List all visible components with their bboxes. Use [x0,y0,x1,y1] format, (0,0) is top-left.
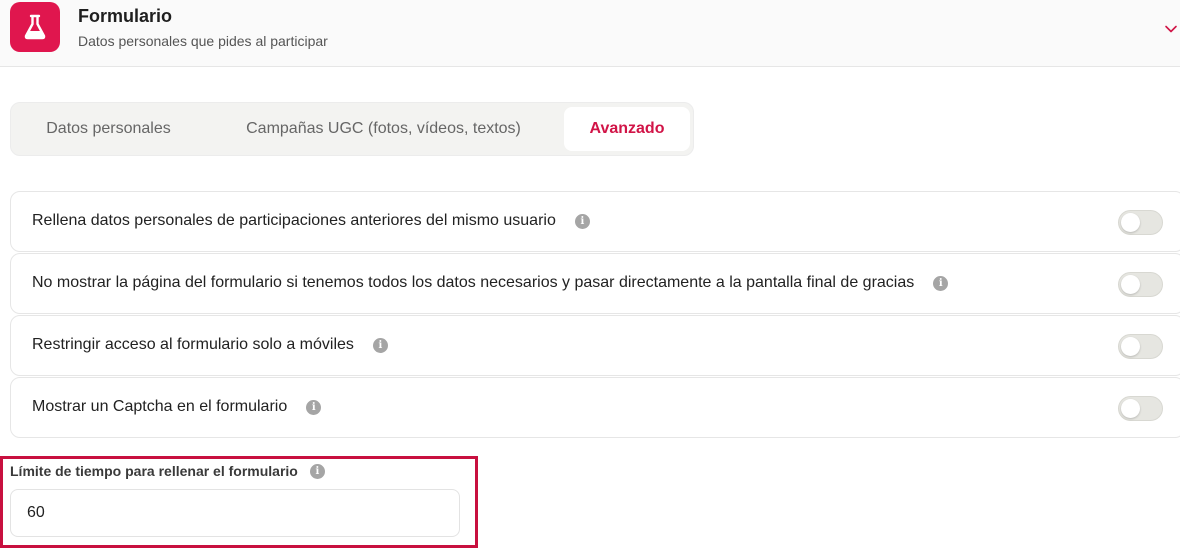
toggle-knob [1121,213,1140,232]
option-row-prefill: Rellena datos personales de participacio… [10,191,1180,252]
prefill-toggle[interactable] [1118,210,1163,235]
info-icon[interactable]: i [574,213,590,229]
section-header[interactable]: Formulario Datos personales que pides al… [0,0,1180,67]
page-subtitle: Datos personales que pides al participar [78,33,328,49]
option-row-mobile-only: Restringir acceso al formulario solo a m… [10,315,1180,376]
toggle-knob [1121,337,1140,356]
info-icon[interactable]: i [372,337,388,353]
time-limit-label: Límite de tiempo para rellenar el formul… [10,463,298,479]
info-icon[interactable]: i [933,275,949,291]
option-row-skip-form: No mostrar la página del formulario si t… [10,253,1180,314]
option-label: Restringir acceso al formulario solo a m… [32,336,354,353]
tab-datos-personales[interactable]: Datos personales [21,107,196,151]
toggle-knob [1121,275,1140,294]
info-icon[interactable]: i [309,463,325,479]
tab-bar: Datos personales Campañas UGC (fotos, ví… [10,102,694,156]
tab-avanzado[interactable]: Avanzado [564,107,690,151]
mobile-only-toggle[interactable] [1118,334,1163,359]
option-label: Rellena datos personales de participacio… [32,212,556,229]
flask-icon [10,2,60,52]
time-limit-input[interactable] [10,489,460,537]
captcha-toggle[interactable] [1118,396,1163,421]
option-row-captcha: Mostrar un Captcha en el formulario i [10,377,1180,438]
page-title: Formulario [78,6,173,26]
tab-campanas-ugc[interactable]: Campañas UGC (fotos, vídeos, textos) [211,107,556,151]
option-label: Mostrar un Captcha en el formulario [32,398,288,415]
option-label: No mostrar la página del formulario si t… [32,274,915,291]
chevron-down-icon[interactable] [1164,22,1178,36]
info-icon[interactable]: i [306,399,322,415]
skip-form-toggle[interactable] [1118,272,1163,297]
toggle-knob [1121,399,1140,418]
